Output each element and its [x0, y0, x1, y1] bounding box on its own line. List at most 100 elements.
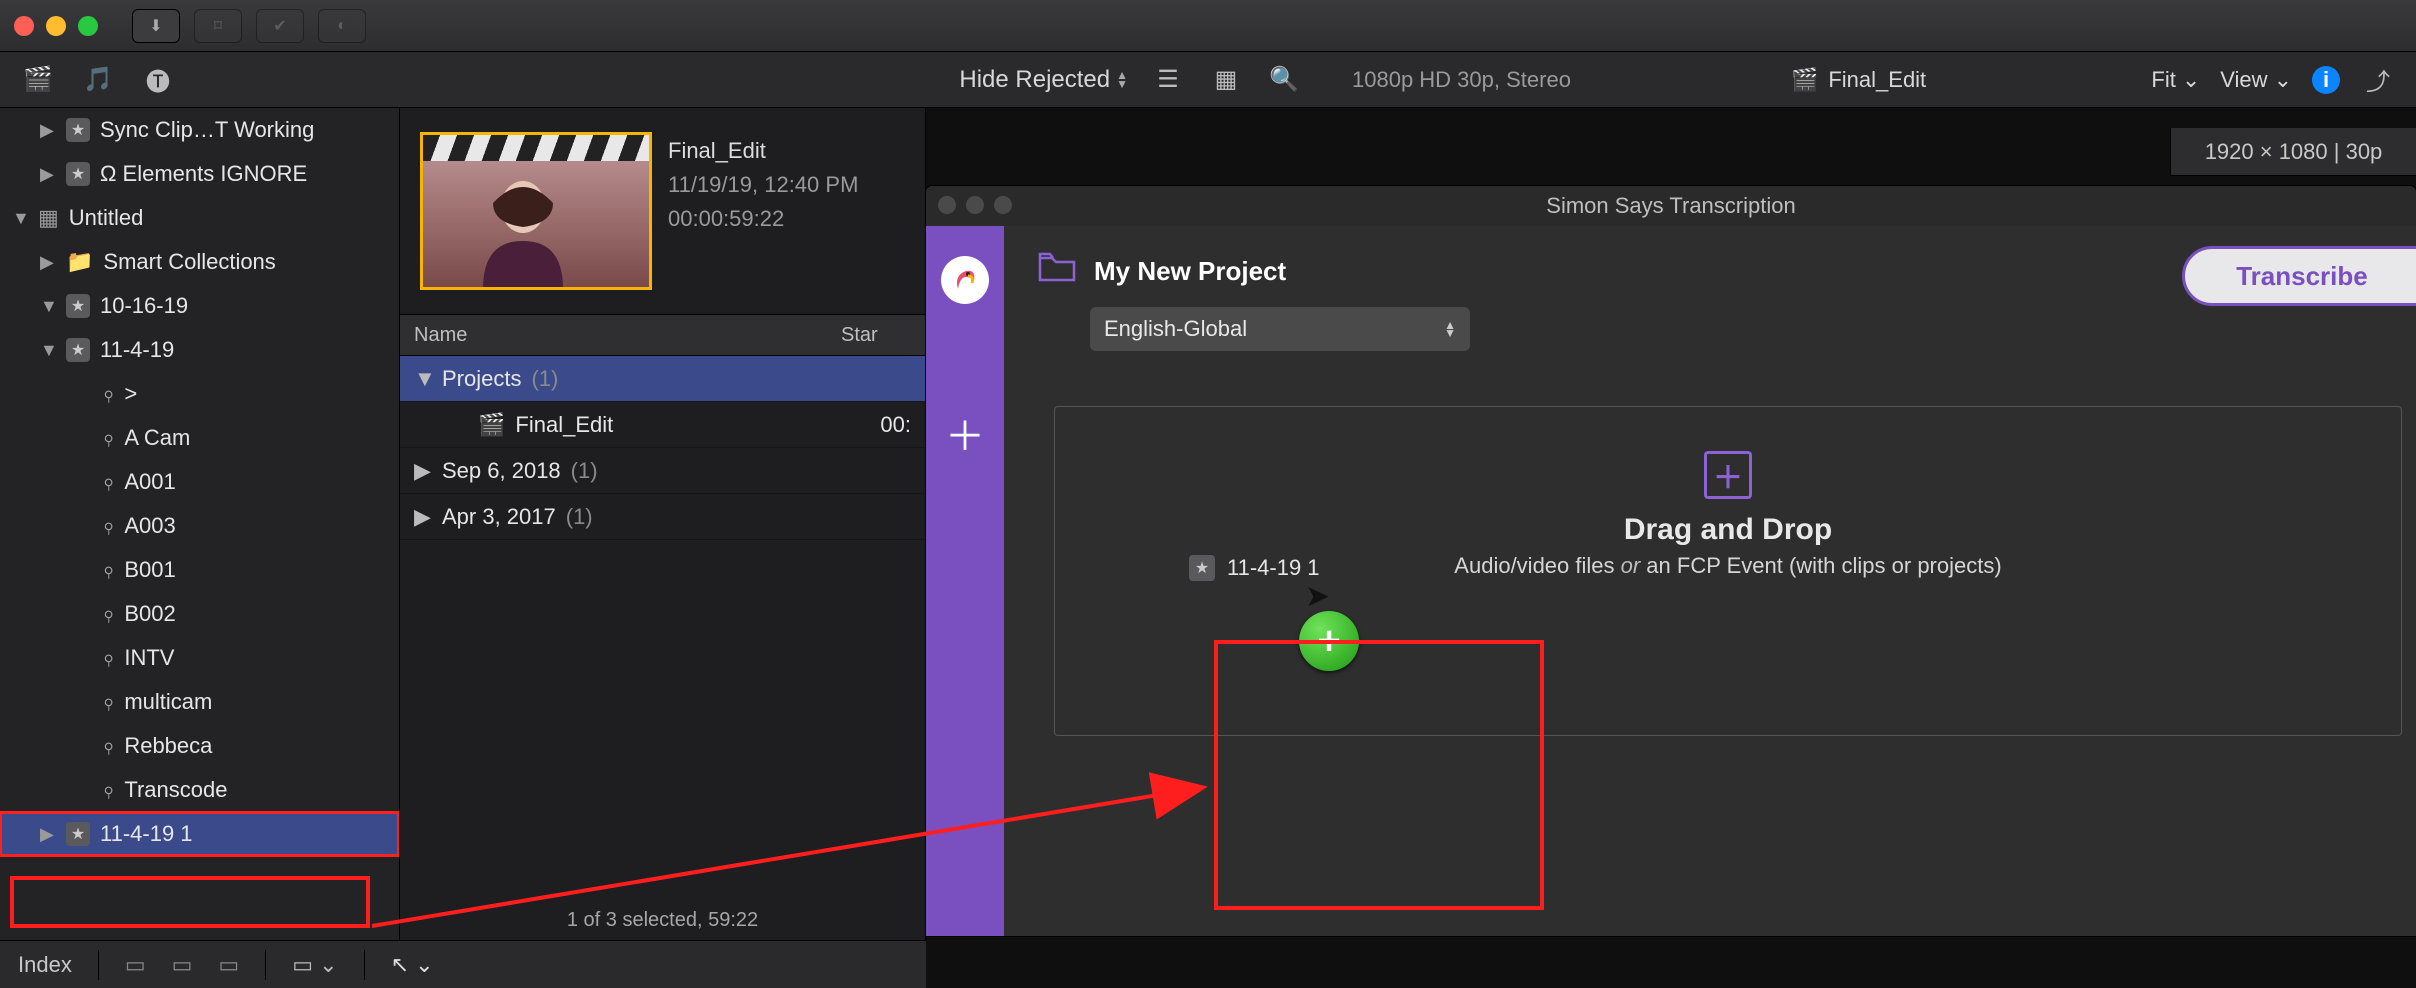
view-menu-label: View [2220, 67, 2267, 93]
window-close-button[interactable] [14, 16, 34, 36]
ss-zoom-button[interactable] [994, 196, 1012, 214]
library-row-label: A001 [124, 469, 175, 495]
ss-min-button[interactable] [966, 196, 984, 214]
library-row-label: Transcode [124, 777, 227, 803]
browser-tab-icons: 🎬 🎵 🅣 [0, 62, 390, 98]
index-button[interactable]: Index [18, 952, 72, 978]
drag-copy-badge: + [1299, 611, 1359, 671]
search-icon[interactable]: 🔍 [1266, 62, 1302, 98]
list-view-icon[interactable]: ☰ [1150, 62, 1186, 98]
library-row-label: Ω Elements IGNORE [100, 161, 307, 187]
drag-ghost-label: 11-4-19 1 [1227, 555, 1320, 581]
key-icon: ⌑ [214, 16, 222, 36]
divider [364, 950, 365, 980]
chevron-updown-icon: ▲▼ [1444, 321, 1456, 337]
browser-list-row[interactable]: ▶Apr 3, 2017 (1) [400, 494, 925, 540]
library-row[interactable]: ▼★11-4-19 [0, 328, 399, 372]
star-icon: ★ [1189, 555, 1215, 581]
clip-appearance-menu[interactable]: ▭ ⌄ [292, 952, 337, 978]
view-menu[interactable]: View ⌄ [2220, 67, 2292, 93]
share-icon[interactable]: ⤴ [2360, 62, 2396, 98]
library-row[interactable]: ▶★Sync Clip…T Working [0, 108, 399, 152]
simon-says-window: Simon Says Transcription ＋ My New Projec… [926, 186, 2416, 936]
disclosure-triangle-icon[interactable]: ▶ [40, 252, 56, 273]
simon-says-titlebar[interactable]: Simon Says Transcription [926, 186, 2416, 226]
library-row[interactable]: ⌕A Cam [0, 416, 399, 460]
library-row[interactable]: ⌕A001 [0, 460, 399, 504]
dropzone-subtitle: Audio/video files or an FCP Event (with … [1454, 553, 2001, 579]
language-select[interactable]: English-Global ▲▼ [1090, 307, 1470, 351]
library-row[interactable]: ⌕B002 [0, 592, 399, 636]
disclosure-triangle-icon[interactable]: ▶ [40, 164, 56, 185]
browser-list-header: Name Star [400, 314, 925, 356]
library-row[interactable]: ⌕multicam [0, 680, 399, 724]
clip-thumbnail[interactable] [420, 132, 652, 290]
clip-preview-block: Final_Edit 11/19/19, 12:40 PM 00:00:59:2… [420, 132, 858, 290]
browser-list-row[interactable]: ▼Projects (1) [400, 356, 925, 402]
disclosure-triangle-icon[interactable]: ▶ [40, 120, 56, 141]
background-tasks-button[interactable]: ✔ [256, 9, 304, 43]
library-row[interactable]: ⌕> [0, 372, 399, 416]
disclosure-triangle-icon[interactable]: ▼ [40, 340, 56, 361]
info-inspector-button[interactable]: i [2312, 66, 2340, 94]
window-zoom-button[interactable] [78, 16, 98, 36]
extension-button[interactable]: ◐ [318, 9, 366, 43]
timeline-index-bar: Index ▭ ▭ ▭ ▭ ⌄ ↖ ⌄ [0, 940, 926, 988]
viewer-project-name: Final_Edit [1828, 67, 1926, 93]
keyword-editor-button[interactable]: ⌑ [194, 9, 242, 43]
music-browser-tab[interactable]: 🎵 [80, 62, 116, 98]
dropzone[interactable]: ＋ Drag and Drop Audio/video files or an … [1054, 406, 2402, 736]
timeline-layout-icon-1[interactable]: ▭ [125, 952, 146, 978]
star-icon: ★ [66, 294, 90, 318]
library-row[interactable]: ▶★Ω Elements IGNORE [0, 152, 399, 196]
disclosure-triangle-icon[interactable]: ▶ [40, 824, 56, 845]
chevron-down-icon: ⌄ [2274, 67, 2292, 93]
browser-list-row[interactable]: ▶ Sep 6, 2018 (1) [400, 448, 925, 494]
timeline-layout-icon-3[interactable]: ▭ [218, 952, 239, 978]
select-tool-icon[interactable]: ↖ ⌄ [391, 952, 434, 978]
library-row[interactable]: ▶★11-4-19 1 [0, 812, 399, 856]
transcribe-button-label: Transcribe [2236, 261, 2368, 292]
clip-filter-menu[interactable]: Hide Rejected ▲▼ [959, 66, 1128, 94]
simon-says-new-project-button[interactable]: ＋ [945, 404, 985, 462]
key-icon: ⌕ [95, 776, 122, 803]
media-browser-tab[interactable]: 🎬 [20, 62, 56, 98]
library-row[interactable]: ⌕Rebbeca [0, 724, 399, 768]
titles-browser-tab[interactable]: 🅣 [140, 62, 176, 98]
header-start-col[interactable]: Star [841, 324, 911, 347]
transcribe-button[interactable]: Transcribe [2182, 246, 2416, 306]
library-row[interactable]: ▼★10-16-19 [0, 284, 399, 328]
library-row[interactable]: ▶📁Smart Collections [0, 240, 399, 284]
key-icon: ⌕ [95, 556, 122, 583]
list-row-count: (1) [571, 458, 598, 484]
disclosure-triangle-icon[interactable]: ▼ [414, 366, 432, 392]
dz-sub-pre: Audio/video files [1454, 553, 1620, 578]
library-row[interactable]: ⌕B001 [0, 548, 399, 592]
check-icon: ✔ [273, 16, 286, 36]
disclosure-triangle-icon[interactable]: ▼ [40, 296, 56, 317]
disclosure-triangle-icon[interactable]: ▶ [414, 504, 432, 530]
filmstrip-header-graphic [423, 135, 649, 161]
browser-controls: Hide Rejected ▲▼ ☰ ▦ 🔍 [390, 62, 1326, 98]
timeline-layout-icon-2[interactable]: ▭ [172, 952, 193, 978]
browser-list-row[interactable]: 🎬Final_Edit00: [400, 402, 925, 448]
filmstrip-view-icon[interactable]: ▦ [1208, 62, 1244, 98]
import-button[interactable]: ⬇ [132, 9, 180, 43]
window-minimize-button[interactable] [46, 16, 66, 36]
key-icon: ⌕ [95, 600, 122, 627]
header-name-col[interactable]: Name [414, 324, 841, 347]
disclosure-triangle-icon[interactable]: ▼ [12, 208, 28, 229]
fit-menu[interactable]: Fit ⌄ [2151, 67, 2200, 93]
ss-close-button[interactable] [938, 196, 956, 214]
library-row[interactable]: ⌕A003 [0, 504, 399, 548]
library-row[interactable]: ▼▦Untitled [0, 196, 399, 240]
library-row[interactable]: ⌕Transcode [0, 768, 399, 812]
simon-says-logo[interactable] [941, 256, 989, 304]
list-row-label: Sep 6, 2018 [442, 458, 561, 484]
dz-sub-or: or [1621, 553, 1641, 578]
disclosure-triangle-icon[interactable]: ▶ [414, 458, 432, 484]
viewer-toolbar: 1080p HD 30p, Stereo 🎬 Final_Edit Fit ⌄ … [1326, 62, 2416, 98]
clip-date: 11/19/19, 12:40 PM [668, 172, 858, 198]
info-icon: i [2323, 67, 2329, 93]
library-row[interactable]: ⌕INTV [0, 636, 399, 680]
